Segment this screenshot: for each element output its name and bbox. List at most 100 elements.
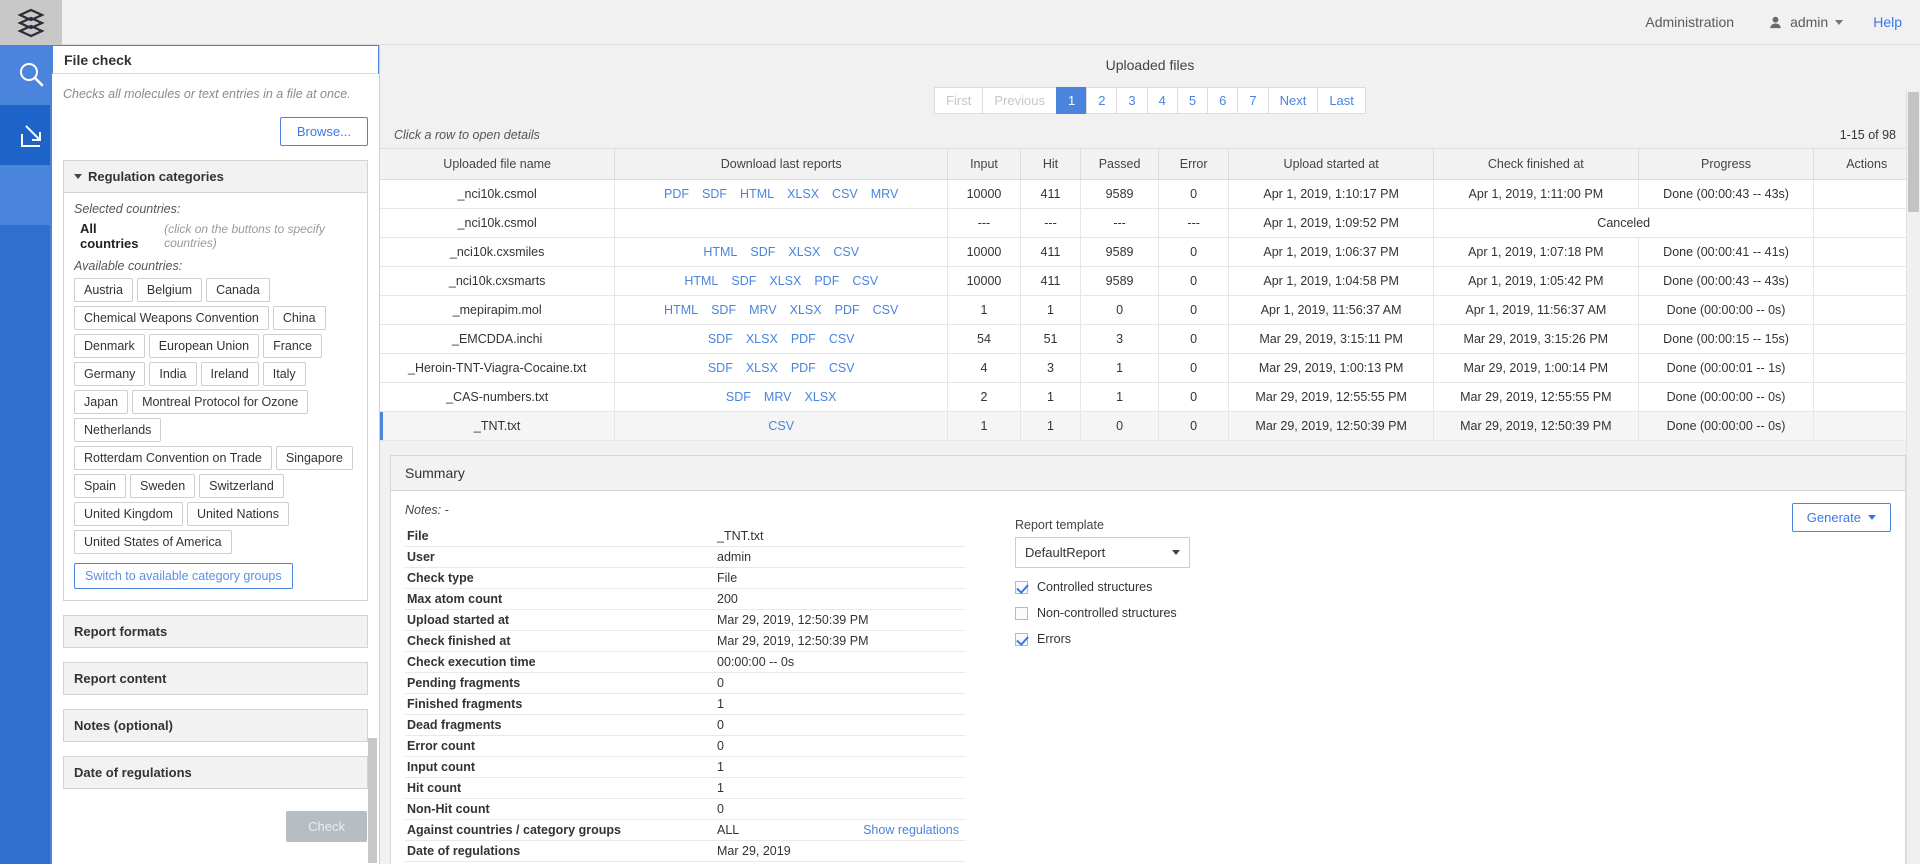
pagination-page-2[interactable]: 2 <box>1086 87 1116 114</box>
table-row[interactable]: _TNT.txtCSV1100Mar 29, 2019, 12:50:39 PM… <box>380 412 1920 441</box>
column-header[interactable]: Hit <box>1020 149 1080 180</box>
pagination-page-6[interactable]: 6 <box>1207 87 1237 114</box>
main-scrollbar[interactable] <box>1906 90 1920 864</box>
section-header-date-of-regulations[interactable]: Date of regulations <box>64 757 367 788</box>
download-link-xlsx[interactable]: XLSX <box>804 390 836 404</box>
download-link-xlsx[interactable]: XLSX <box>769 274 801 288</box>
report-option-row[interactable]: Errors <box>1015 632 1891 646</box>
download-link-html[interactable]: HTML <box>664 303 698 317</box>
checkbox-errors[interactable] <box>1015 633 1028 646</box>
download-link-sdf[interactable]: SDF <box>711 303 736 317</box>
country-chip[interactable]: Ireland <box>201 362 259 386</box>
column-header[interactable]: Passed <box>1081 149 1159 180</box>
cell-actions[interactable] <box>1814 267 1920 296</box>
download-link-pdf[interactable]: PDF <box>791 361 816 375</box>
help-link[interactable]: Help <box>1873 14 1902 30</box>
country-chip[interactable]: Switzerland <box>199 474 284 498</box>
cell-actions[interactable] <box>1814 238 1920 267</box>
report-option-row[interactable]: Controlled structures <box>1015 580 1891 594</box>
cell-actions[interactable] <box>1814 412 1920 441</box>
download-link-pdf[interactable]: PDF <box>835 303 860 317</box>
download-link-html[interactable]: HTML <box>740 187 774 201</box>
report-option-row[interactable]: Non-controlled structures <box>1015 606 1891 620</box>
switch-category-groups-button[interactable]: Switch to available category groups <box>74 563 293 589</box>
table-row[interactable]: _EMCDDA.inchiSDFXLSXPDFCSV545130Mar 29, … <box>380 325 1920 354</box>
pagination-first[interactable]: First <box>934 87 982 114</box>
pagination-previous[interactable]: Previous <box>982 87 1056 114</box>
table-row[interactable]: _nci10k.cxsmilesHTMLSDFXLSXCSV1000041195… <box>380 238 1920 267</box>
country-chip[interactable]: Germany <box>74 362 145 386</box>
download-link-csv[interactable]: CSV <box>833 245 859 259</box>
cell-actions[interactable] <box>1814 354 1920 383</box>
pagination-page-1[interactable]: 1 <box>1056 87 1086 114</box>
download-link-xlsx[interactable]: XLSX <box>787 187 819 201</box>
download-link-mrv[interactable]: MRV <box>764 390 792 404</box>
download-link-html[interactable]: HTML <box>684 274 718 288</box>
pagination-next[interactable]: Next <box>1268 87 1318 114</box>
download-link-pdf[interactable]: PDF <box>814 274 839 288</box>
report-template-select[interactable]: DefaultReport <box>1015 537 1190 568</box>
column-header[interactable]: Actions <box>1814 149 1920 180</box>
column-header[interactable]: Check finished at <box>1433 149 1638 180</box>
country-chip[interactable]: Rotterdam Convention on Trade <box>74 446 272 470</box>
download-link-csv[interactable]: CSV <box>852 274 878 288</box>
country-chip[interactable]: France <box>263 334 322 358</box>
browse-button[interactable]: Browse... <box>280 117 368 146</box>
check-button[interactable]: Check <box>286 811 367 842</box>
cell-actions[interactable] <box>1814 383 1920 412</box>
country-chip[interactable]: Belgium <box>137 278 202 302</box>
country-chip[interactable]: Chemical Weapons Convention <box>74 306 269 330</box>
download-link-sdf[interactable]: SDF <box>708 332 733 346</box>
download-link-mrv[interactable]: MRV <box>749 303 777 317</box>
download-link-sdf[interactable]: SDF <box>750 245 775 259</box>
column-header[interactable]: Download last reports <box>615 149 948 180</box>
download-link-csv[interactable]: CSV <box>832 187 858 201</box>
checkbox-controlled-structures[interactable] <box>1015 581 1028 594</box>
cell-actions[interactable] <box>1814 180 1920 209</box>
country-chip[interactable]: United States of America <box>74 530 232 554</box>
download-link-pdf[interactable]: PDF <box>664 187 689 201</box>
country-chip[interactable]: Singapore <box>276 446 353 470</box>
country-chip[interactable]: Sweden <box>130 474 195 498</box>
country-chip[interactable]: Japan <box>74 390 128 414</box>
country-chip[interactable]: China <box>273 306 326 330</box>
column-header[interactable]: Input <box>948 149 1021 180</box>
download-link-xlsx[interactable]: XLSX <box>746 332 778 346</box>
section-header-report-formats[interactable]: Report formats <box>64 616 367 647</box>
country-chip[interactable]: Denmark <box>74 334 145 358</box>
app-logo[interactable] <box>0 0 62 45</box>
country-chip[interactable]: Canada <box>206 278 270 302</box>
administration-link[interactable]: Administration <box>1645 14 1734 30</box>
column-header[interactable]: Upload started at <box>1229 149 1434 180</box>
country-chip[interactable]: Montreal Protocol for Ozone <box>132 390 308 414</box>
left-panel-scrollbar[interactable] <box>368 738 377 863</box>
column-header[interactable]: Progress <box>1638 149 1814 180</box>
download-link-xlsx[interactable]: XLSX <box>746 361 778 375</box>
section-header-notes[interactable]: Notes (optional) <box>64 710 367 741</box>
cell-actions[interactable] <box>1814 296 1920 325</box>
section-header-report-content[interactable]: Report content <box>64 663 367 694</box>
table-row[interactable]: _Heroin-TNT-Viagra-Cocaine.txtSDFXLSXPDF… <box>380 354 1920 383</box>
show-regulations-link[interactable]: Show regulations <box>863 823 959 837</box>
pagination-page-4[interactable]: 4 <box>1147 87 1177 114</box>
section-header-regulation-categories[interactable]: Regulation categories <box>64 161 367 193</box>
download-link-mrv[interactable]: MRV <box>871 187 899 201</box>
pagination-page-5[interactable]: 5 <box>1177 87 1207 114</box>
country-chip[interactable]: European Union <box>149 334 259 358</box>
table-row[interactable]: _nci10k.csmol------------Apr 1, 2019, 1:… <box>380 209 1920 238</box>
download-link-sdf[interactable]: SDF <box>731 274 756 288</box>
download-link-csv[interactable]: CSV <box>829 361 855 375</box>
download-link-csv[interactable]: CSV <box>873 303 899 317</box>
country-chip[interactable]: Spain <box>74 474 126 498</box>
generate-button[interactable]: Generate <box>1792 503 1891 532</box>
download-link-csv[interactable]: CSV <box>829 332 855 346</box>
download-link-sdf[interactable]: SDF <box>708 361 733 375</box>
table-row[interactable]: _mepirapim.molHTMLSDFMRVXLSXPDFCSV1100Ap… <box>380 296 1920 325</box>
pagination-page-7[interactable]: 7 <box>1237 87 1267 114</box>
user-menu[interactable]: admin <box>1768 14 1843 30</box>
country-chip[interactable]: Italy <box>263 362 306 386</box>
table-row[interactable]: _nci10k.csmolPDFSDFHTMLXLSXCSVMRV1000041… <box>380 180 1920 209</box>
table-row[interactable]: _nci10k.cxsmartsHTMLSDFXLSXPDFCSV1000041… <box>380 267 1920 296</box>
download-link-html[interactable]: HTML <box>703 245 737 259</box>
download-link-xlsx[interactable]: XLSX <box>788 245 820 259</box>
